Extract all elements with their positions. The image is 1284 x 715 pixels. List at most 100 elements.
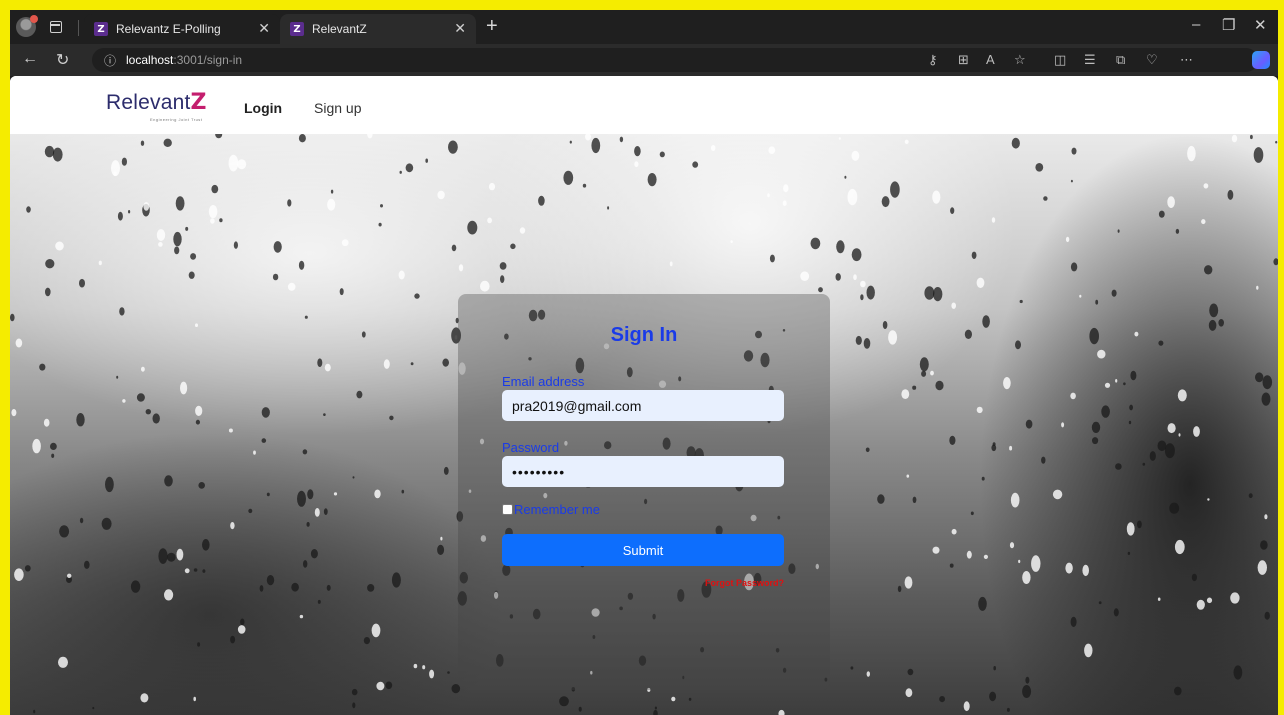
- raindrop: [33, 709, 36, 714]
- favorites-icon[interactable]: ☰: [1084, 52, 1096, 68]
- minimize-icon[interactable]: –: [1192, 16, 1200, 33]
- tab-relevantz-epolling[interactable]: Z Relevantz E-Polling ✕: [84, 14, 280, 44]
- close-tab-icon[interactable]: ✕: [258, 20, 270, 37]
- raindrop: [410, 362, 414, 366]
- raindrop: [810, 237, 821, 250]
- raindrop: [654, 706, 658, 710]
- raindrop: [185, 226, 189, 231]
- profile-avatar[interactable]: [16, 15, 38, 37]
- raindrop: [1207, 498, 1210, 501]
- read-aloud-icon[interactable]: A: [986, 52, 995, 67]
- raindrop: [1137, 520, 1142, 529]
- remember-me-row[interactable]: Remember me: [502, 502, 600, 517]
- raindrop: [259, 585, 264, 592]
- heart-pulse-icon[interactable]: ♡: [1146, 52, 1158, 68]
- tab-actions-icon[interactable]: [50, 21, 62, 33]
- raindrop: [844, 175, 847, 179]
- raindrop: [1218, 319, 1224, 327]
- raindrop: [1070, 179, 1073, 183]
- raindrop: [310, 549, 318, 559]
- refresh-icon[interactable]: ↻: [56, 50, 69, 70]
- raindrop: [266, 492, 270, 497]
- collections-icon[interactable]: ⧉: [1116, 52, 1125, 68]
- raindrop: [117, 211, 123, 221]
- raindrop: [1275, 140, 1278, 144]
- app-grid-icon[interactable]: ⊞: [958, 52, 969, 68]
- url-path: :3001/sign-in: [173, 53, 243, 67]
- raindrop: [298, 134, 306, 143]
- raindrop: [563, 170, 574, 185]
- raindrop: [447, 671, 450, 674]
- raindrop: [228, 154, 239, 172]
- raindrop: [399, 170, 402, 174]
- password-key-icon[interactable]: ⚷: [928, 52, 938, 68]
- raindrop: [778, 709, 785, 715]
- password-field[interactable]: [502, 456, 784, 487]
- tab-relevantz[interactable]: Z RelevantZ ✕: [280, 14, 476, 44]
- raindrop: [323, 508, 328, 515]
- raindrop: [847, 188, 858, 206]
- raindrop: [326, 584, 331, 591]
- raindrop: [15, 338, 23, 348]
- raindrop: [1041, 456, 1046, 464]
- brand-logo[interactable]: RelevantZ Engineering Joint Trust: [106, 90, 206, 122]
- nav-signup-link[interactable]: Sign up: [314, 100, 361, 116]
- raindrop: [904, 139, 909, 144]
- raindrop: [607, 206, 610, 210]
- raindrop: [591, 137, 601, 154]
- info-icon[interactable]: ⓘ: [104, 52, 116, 69]
- raindrop: [1015, 340, 1021, 350]
- remember-me-checkbox[interactable]: [502, 504, 513, 515]
- raindrop: [467, 220, 478, 235]
- raindrop: [307, 489, 314, 500]
- raindrop: [981, 476, 985, 481]
- raindrop: [1142, 462, 1146, 466]
- raindrop: [1022, 571, 1031, 584]
- raindrop: [930, 370, 934, 376]
- relevantz-favicon-icon: Z: [290, 22, 304, 36]
- raindrop: [51, 453, 55, 458]
- raindrop: [907, 668, 914, 676]
- raindrop: [166, 552, 176, 562]
- raindrop: [519, 227, 526, 234]
- raindrop: [306, 522, 310, 527]
- back-icon[interactable]: ←: [22, 50, 38, 68]
- brand-name: Relevant: [106, 91, 191, 114]
- split-screen-icon[interactable]: ◫: [1054, 52, 1066, 68]
- raindrop: [659, 151, 665, 158]
- raindrop: [1061, 422, 1065, 428]
- raindrop: [950, 207, 955, 214]
- raindrop: [164, 475, 173, 487]
- raindrop: [130, 580, 141, 593]
- raindrop: [219, 218, 223, 223]
- raindrop: [921, 370, 927, 377]
- raindrop: [188, 271, 195, 279]
- raindrop: [1191, 573, 1197, 582]
- raindrop: [414, 293, 420, 299]
- raindrop: [52, 147, 63, 162]
- favorite-star-icon[interactable]: ☆: [1014, 52, 1026, 68]
- restore-icon[interactable]: ❐: [1222, 16, 1235, 34]
- forgot-password-link[interactable]: Forgot Password?: [705, 578, 784, 588]
- raindrop: [98, 260, 102, 266]
- raindrop: [1227, 189, 1234, 200]
- raindrop: [92, 706, 95, 710]
- raindrop: [1065, 562, 1073, 574]
- close-tab-icon[interactable]: ✕: [454, 20, 466, 37]
- raindrop: [919, 357, 929, 372]
- raindrop: [324, 363, 331, 372]
- raindrop: [935, 380, 944, 391]
- raindrop: [1019, 299, 1023, 304]
- raindrop: [1117, 229, 1120, 233]
- email-field[interactable]: [502, 390, 784, 421]
- raindrop: [352, 702, 356, 709]
- raindrop: [195, 419, 200, 425]
- close-window-icon[interactable]: ✕: [1254, 16, 1267, 34]
- signin-title: Sign In: [610, 324, 678, 346]
- copilot-icon[interactable]: [1252, 51, 1270, 69]
- nav-login-link[interactable]: Login: [244, 100, 282, 116]
- raindrop: [1031, 555, 1041, 572]
- submit-button[interactable]: Submit: [502, 534, 784, 566]
- new-tab-button[interactable]: +: [486, 15, 498, 38]
- more-icon[interactable]: ⋯: [1180, 52, 1193, 68]
